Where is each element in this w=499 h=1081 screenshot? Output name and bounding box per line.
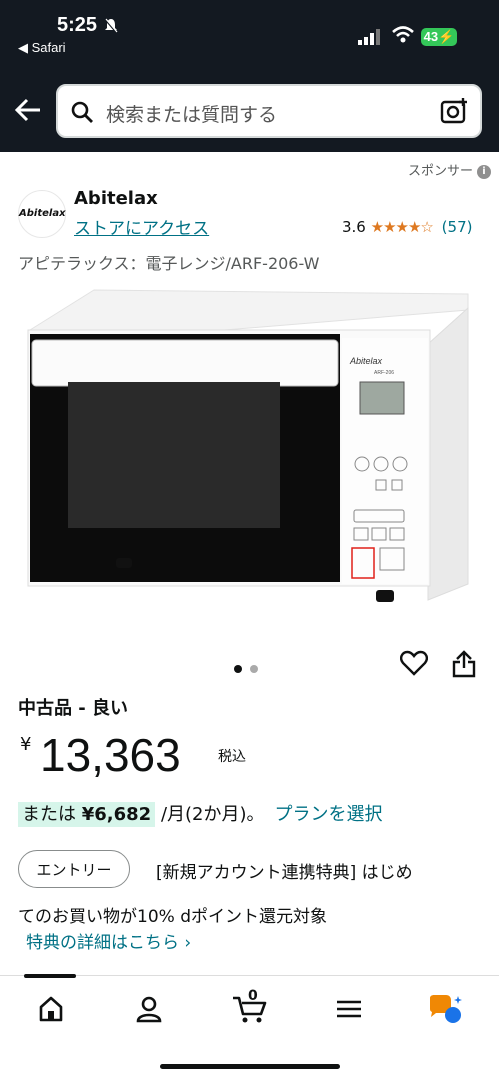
- entry-button[interactable]: エントリー: [18, 850, 130, 888]
- brand-logo[interactable]: Abitelax: [18, 190, 66, 238]
- bell-muted-icon: [104, 18, 118, 38]
- status-bar: 5:25 ◀ Safari 43⚡: [0, 0, 499, 68]
- sponsored-label[interactable]: スポンサー i: [408, 160, 491, 179]
- promo-text-line2: てのお買い物が10% dポイント還元対象: [18, 907, 327, 927]
- brand-name: Abitelax: [74, 188, 158, 209]
- signal-icon: [358, 29, 380, 45]
- rufus-icon[interactable]: [428, 994, 464, 1026]
- battery-indicator: 43⚡: [421, 28, 457, 46]
- rating-summary[interactable]: 3.6 ★★★★☆ (57): [342, 218, 472, 236]
- active-tab-indicator: [24, 974, 76, 978]
- installment-highlight: または ¥6,682: [18, 802, 156, 827]
- pager-dot-active[interactable]: [234, 665, 242, 673]
- review-count[interactable]: (57): [442, 218, 473, 236]
- back-arrow-icon[interactable]: [14, 98, 42, 122]
- microwave-model-text: ARF-206: [374, 370, 394, 376]
- installment-amount: ¥6,682: [81, 804, 152, 825]
- installment-offer: または ¥6,682 /月(2か月)。 プランを選択: [18, 800, 383, 827]
- product-image[interactable]: Abitelax ARF-206: [24, 284, 474, 610]
- cart-icon[interactable]: [232, 994, 268, 1024]
- image-pager[interactable]: [234, 658, 266, 677]
- search-input[interactable]: 検索または質問する: [56, 84, 482, 138]
- tax-label: 税込: [218, 749, 246, 765]
- search-placeholder: 検索または質問する: [106, 104, 278, 126]
- promo-details-link[interactable]: 特典の詳細はこちら ›: [26, 928, 191, 953]
- product-title[interactable]: アピテラックス：電子レンジ/ARF-206-W: [18, 250, 319, 274]
- select-plan-link[interactable]: プランを選択: [275, 804, 383, 825]
- camera-search-icon[interactable]: [440, 98, 468, 124]
- menu-icon[interactable]: [334, 994, 364, 1024]
- back-to-safari[interactable]: ◀ Safari: [18, 40, 66, 56]
- microwave-brand-text: Abitelax: [349, 356, 383, 366]
- rating-stars: ★★★★☆: [370, 218, 434, 236]
- price-currency: ¥: [20, 734, 32, 755]
- status-time: 5:25: [57, 14, 98, 36]
- info-icon: i: [477, 164, 491, 179]
- price-amount: 13,363: [40, 729, 181, 781]
- promo-text-line1: [新規アカウント連携特典] はじめ: [156, 863, 413, 883]
- home-icon[interactable]: [36, 994, 66, 1024]
- share-icon[interactable]: [452, 650, 476, 678]
- account-icon[interactable]: [134, 994, 164, 1024]
- installment-suffix: /月(2か月)。: [160, 804, 265, 825]
- wishlist-heart-icon[interactable]: [400, 650, 428, 676]
- bottom-navigation: 0: [0, 974, 499, 1081]
- search-icon: [71, 101, 93, 123]
- search-header: 検索または質問する: [0, 68, 499, 152]
- visit-store-link[interactable]: ストアにアクセス: [74, 214, 209, 239]
- wifi-icon: [392, 26, 414, 43]
- item-condition: 中古品 - 良い: [18, 698, 129, 719]
- pager-dot[interactable]: [250, 665, 258, 673]
- home-indicator: [160, 1064, 340, 1069]
- rating-value: 3.6: [342, 218, 366, 236]
